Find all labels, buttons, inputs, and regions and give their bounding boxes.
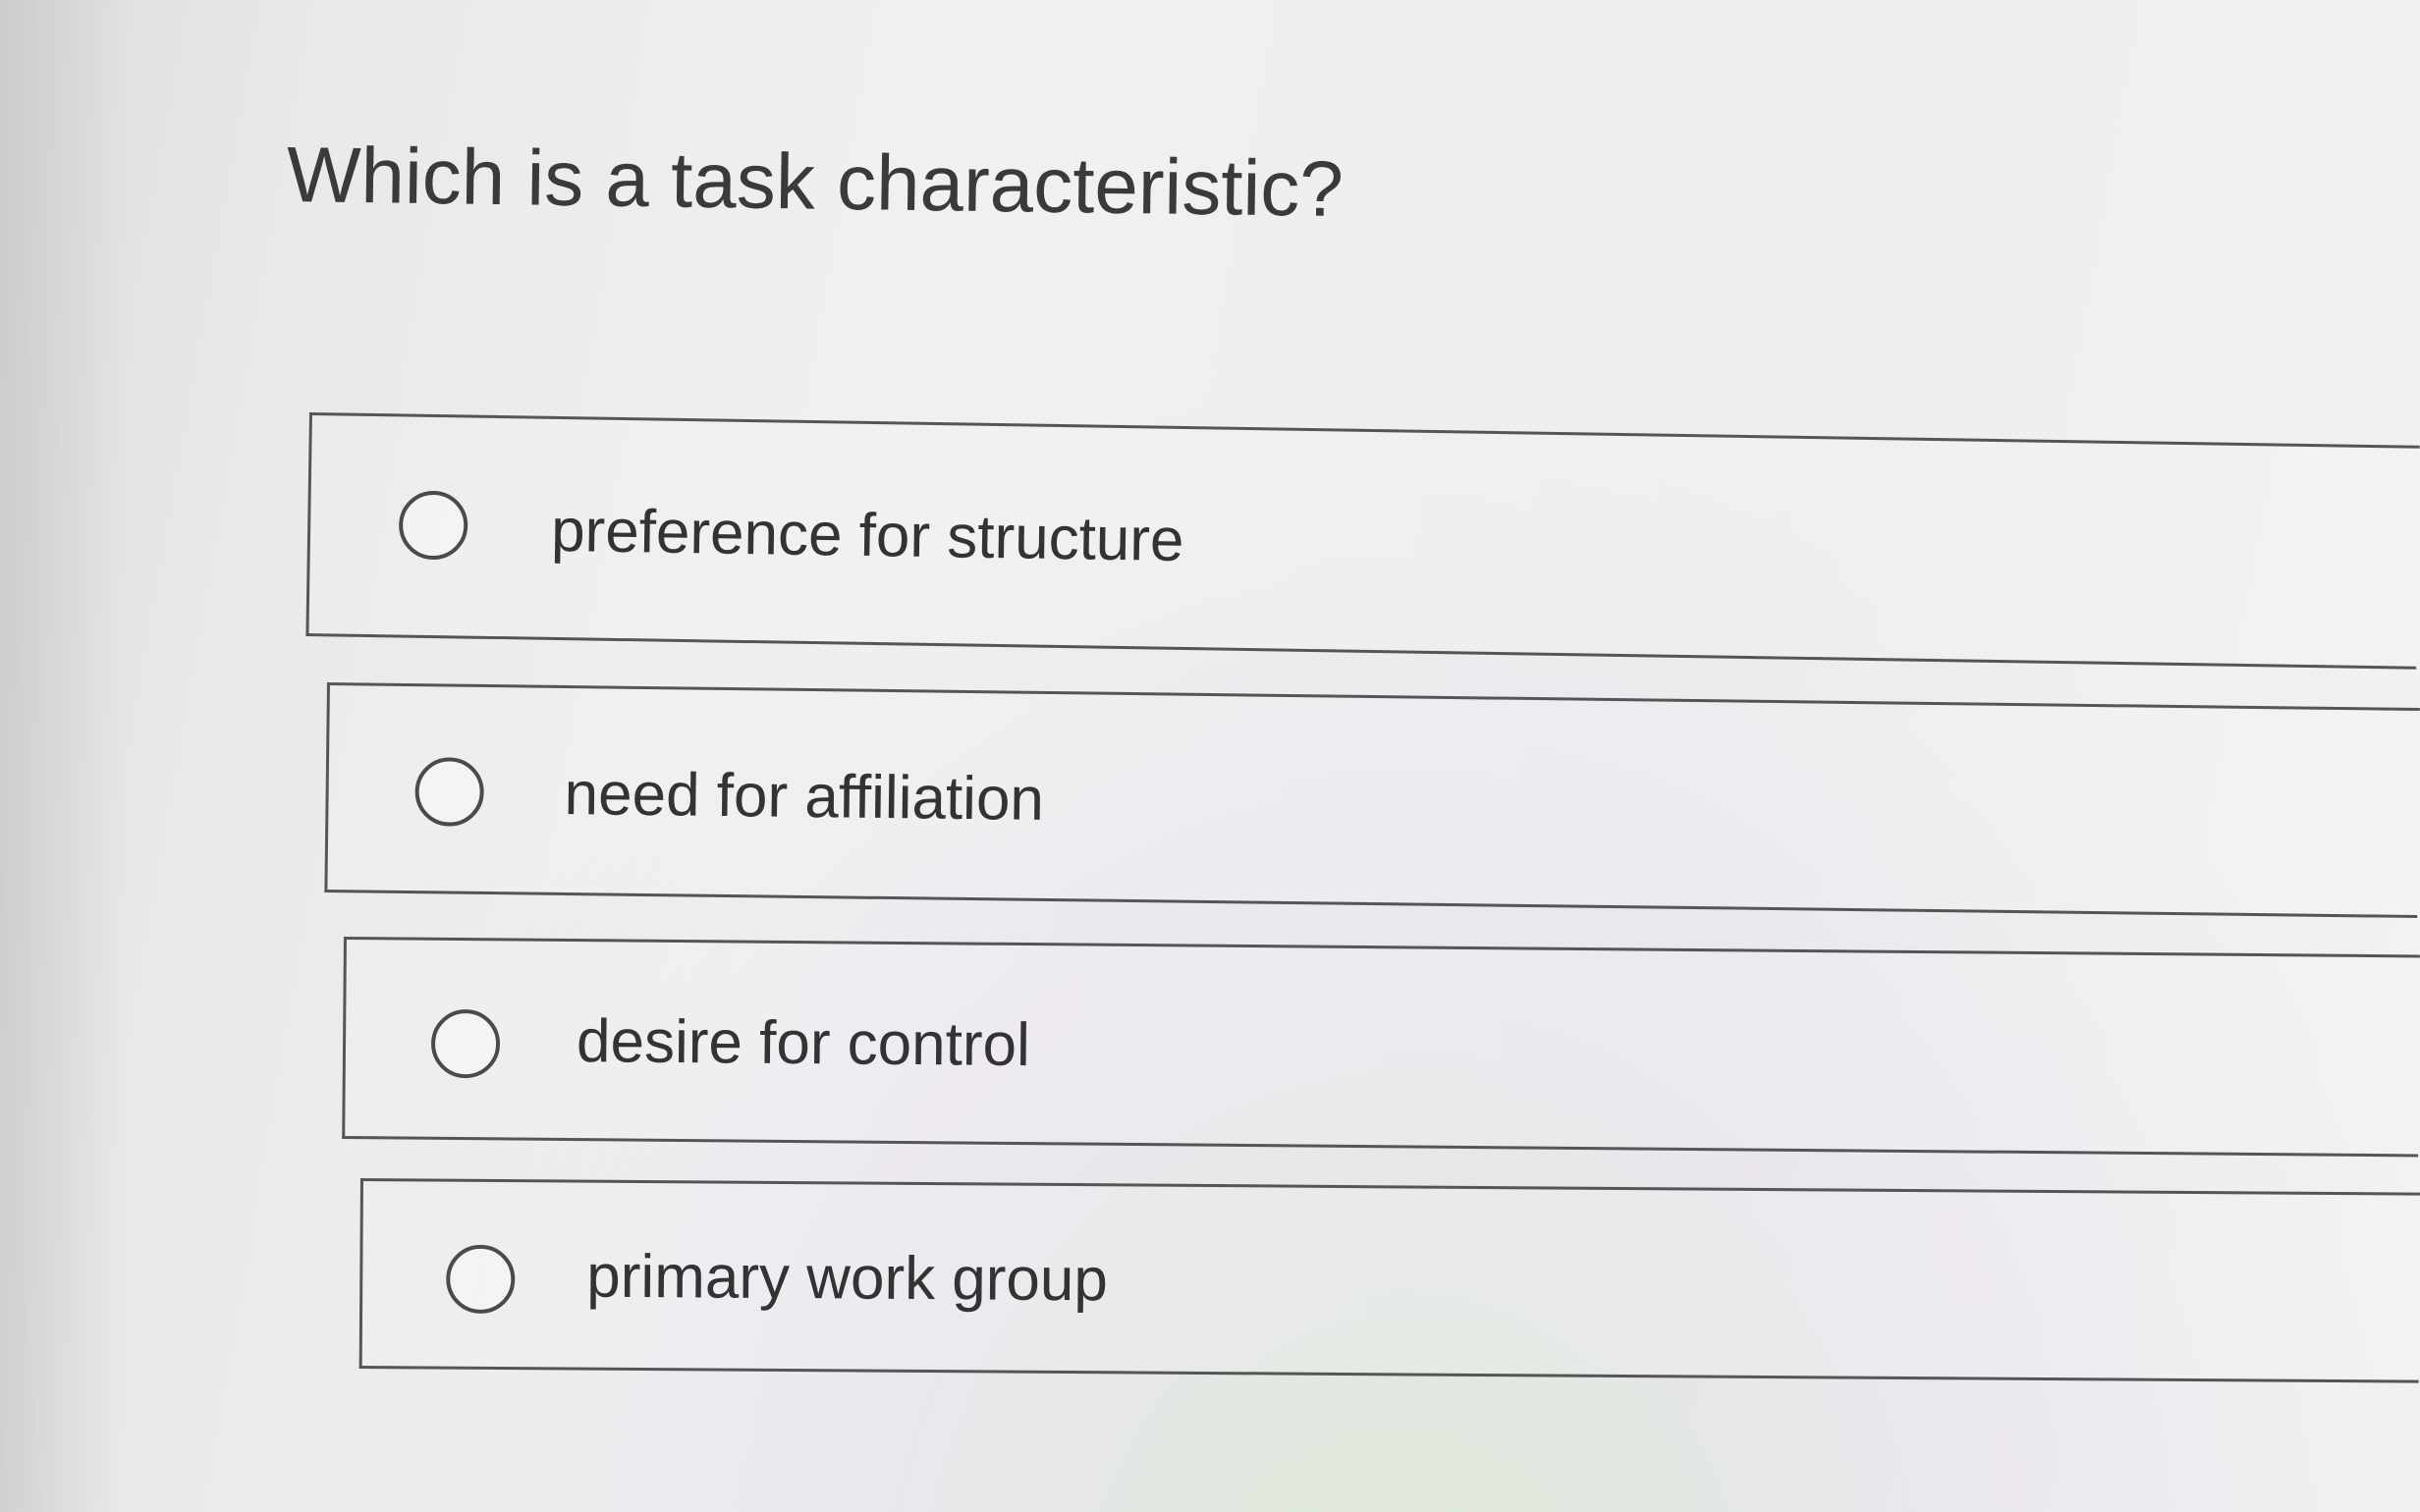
answer-option-label: preference for structure [550,496,1185,574]
radio-button[interactable] [430,1008,501,1079]
screen-shadow [0,0,128,1512]
question-text: Which is a task characteristic? [286,131,1345,234]
answer-option-label: need for affiliation [564,759,1045,834]
radio-button[interactable] [414,757,485,827]
radio-button[interactable] [446,1244,516,1315]
answer-option-label: desire for control [576,1007,1031,1080]
radio-button[interactable] [398,490,468,561]
answer-option-3[interactable]: desire for control [342,937,2420,1158]
answer-option-1[interactable]: preference for structure [305,412,2420,670]
answer-option-label: primary work group [586,1242,1109,1315]
answer-option-4[interactable]: primary work group [358,1178,2420,1383]
answer-option-2[interactable]: need for affiliation [324,682,2420,919]
